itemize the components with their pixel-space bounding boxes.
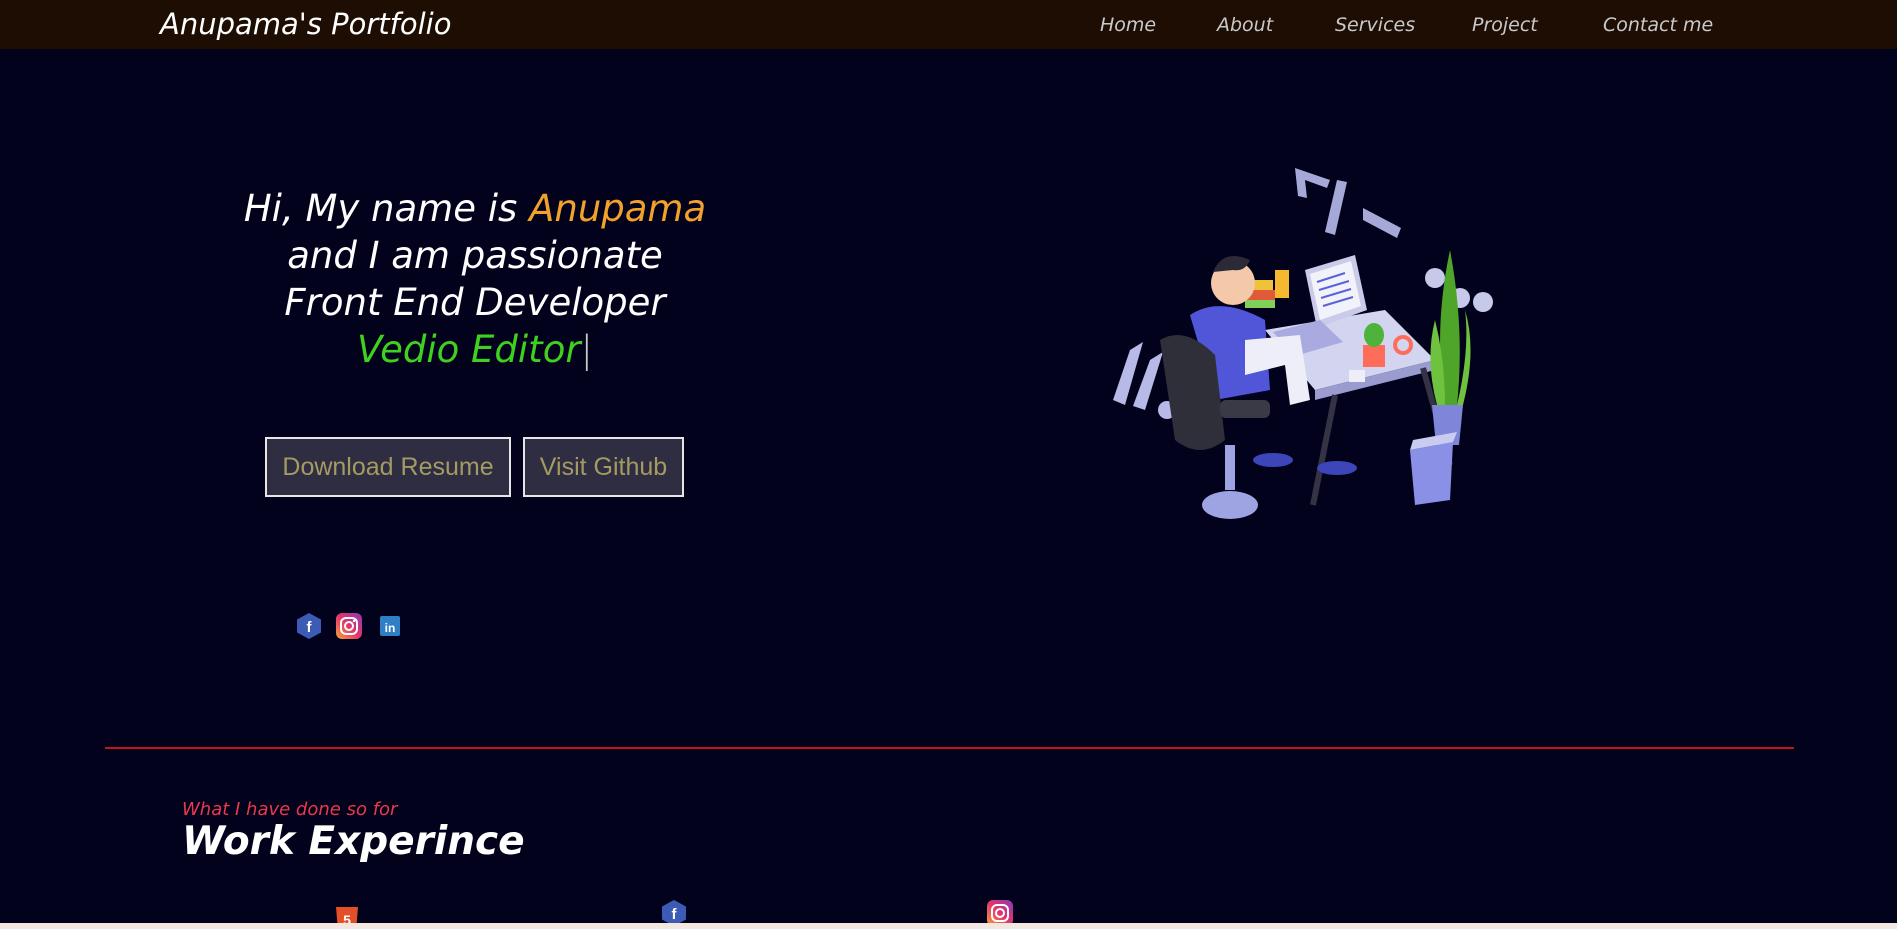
hero-line-2: and I am passionate — [287, 234, 663, 277]
hero-line-4: Vedio Editor| — [200, 326, 750, 373]
navbar: Anupama's Portfolio Home About Services … — [0, 0, 1897, 49]
hero-line-1: Hi, My name is Anupama — [200, 185, 750, 232]
facebook-icon[interactable]: f — [295, 612, 323, 640]
nav-about[interactable]: About — [1217, 14, 1273, 36]
developer-at-desk-illustration — [1105, 160, 1505, 530]
work-instagram-icon — [986, 899, 1014, 923]
hero-heading: Hi, My name is Anupama and I am passiona… — [200, 185, 750, 373]
section-divider — [105, 747, 1794, 749]
greeting-text: Hi, My name is — [243, 187, 530, 230]
linkedin-icon[interactable]: in — [376, 612, 404, 640]
instagram-icon[interactable] — [335, 612, 363, 640]
svg-text:in: in — [385, 621, 396, 635]
typed-role: Vedio Editor — [356, 328, 581, 371]
brand-logo[interactable]: Anupama's Portfolio — [160, 7, 451, 41]
hero-name: Anupama — [529, 187, 707, 230]
work-subtitle: What I have done so for — [182, 799, 398, 820]
work-title: Work Experince — [182, 819, 525, 864]
bottom-strip — [0, 923, 1897, 929]
html5-icon: 5 — [333, 906, 361, 923]
typing-cursor: | — [580, 328, 594, 371]
nav-services[interactable]: Services — [1335, 14, 1415, 36]
visit-github-button[interactable]: Visit Github — [523, 437, 684, 497]
work-facebook-icon: f — [660, 899, 688, 923]
nav-contact[interactable]: Contact me — [1603, 14, 1713, 36]
nav-project[interactable]: Project — [1472, 14, 1538, 36]
hero-line-3: Front End Developer — [284, 281, 666, 324]
download-resume-button[interactable]: Download Resume — [265, 437, 511, 497]
nav-home[interactable]: Home — [1100, 14, 1156, 36]
svg-text:5: 5 — [343, 912, 351, 923]
